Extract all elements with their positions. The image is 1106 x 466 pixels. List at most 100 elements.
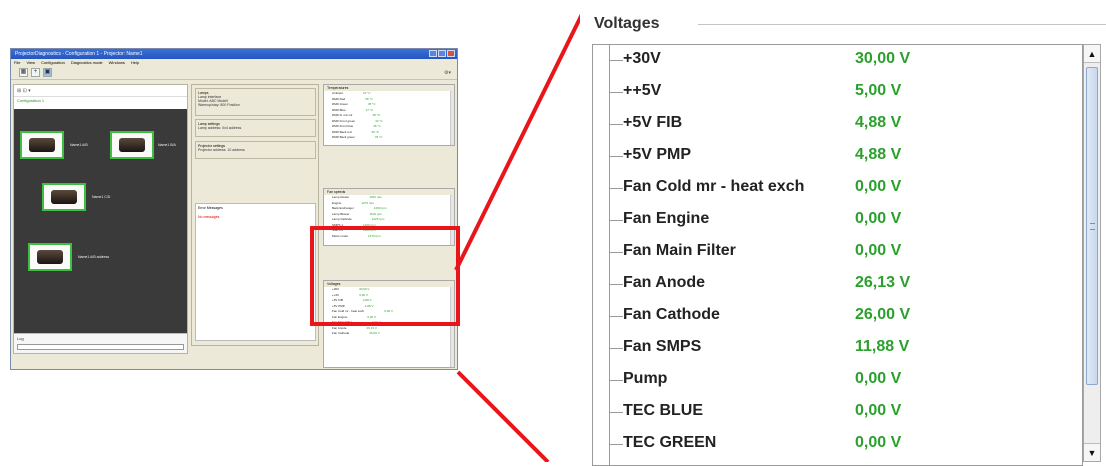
voltage-label: +30V xyxy=(623,50,661,67)
voltage-label: +5V PMP xyxy=(623,146,692,163)
zoom-highlight-box xyxy=(310,226,460,326)
voltage-value: 4,88 V xyxy=(855,146,902,163)
voltages-title: Voltages xyxy=(594,15,670,33)
projector-device[interactable] xyxy=(42,183,86,211)
voltages-zoom-panel: Voltages +30V 30,00 V ++5V 5,00 V +5V FI… xyxy=(580,0,1106,466)
voltage-row[interactable]: Fan Cathode 26,00 V xyxy=(593,301,1082,333)
voltage-value: 26,00 V xyxy=(855,306,911,323)
tree-branch xyxy=(609,188,623,189)
tree-branch xyxy=(609,380,623,381)
log-input[interactable] xyxy=(17,344,184,350)
lamp-settings-group: Lamp settings Lamp address: 0x4 address xyxy=(195,119,316,137)
toolbar-diagnostics-icon[interactable]: ▣ xyxy=(43,68,52,77)
close-icon[interactable] xyxy=(447,50,455,57)
device-label: Name1 A/B address xyxy=(78,255,110,259)
settings-pane: Lamps Lamp interface Model: ABC Modell W… xyxy=(191,84,319,346)
projector-icon xyxy=(51,190,77,204)
configuration-pane: ⊞ ⊡ ▾ Configuration 1 Name1 A/B Name1 B/… xyxy=(13,84,188,354)
device-canvas[interactable]: Name1 A/B Name1 B/A Name1 C/D Name1 A/B … xyxy=(14,109,187,335)
voltages-list: +30V 30,00 V ++5V 5,00 V +5V FIB 4,88 V … xyxy=(592,44,1083,466)
voltage-row[interactable]: TEC BLUE 0,00 V xyxy=(593,397,1082,429)
voltage-row[interactable]: +5V PMP 4,88 V xyxy=(593,141,1082,173)
tree-branch xyxy=(609,284,623,285)
device-label: Name1 C/D xyxy=(92,195,111,199)
voltage-value: 0,00 V xyxy=(855,402,902,419)
voltage-row[interactable]: Fan Anode 26,13 V xyxy=(593,269,1082,301)
projector-icon xyxy=(37,250,63,264)
error-messages-box: Error Messages No messages xyxy=(195,203,316,341)
title-divider xyxy=(698,24,1106,25)
voltage-value: 11,88 V xyxy=(855,338,910,355)
row-value: 33 °C xyxy=(374,135,383,139)
error-box-text: No messages xyxy=(198,215,220,219)
menu-help[interactable]: Help xyxy=(131,59,139,66)
voltage-label: ++5V xyxy=(623,82,662,99)
voltage-row[interactable]: Fan Cold mr - heat exch 0,00 V xyxy=(593,173,1082,205)
projector-device[interactable] xyxy=(28,243,72,271)
tree-branch xyxy=(609,92,623,93)
scroll-up-icon[interactable]: ▲ xyxy=(1084,45,1100,63)
projector-device[interactable] xyxy=(20,131,64,159)
tab-configuration[interactable]: Configuration 1 xyxy=(14,97,187,105)
voltage-label: Fan Cathode xyxy=(623,306,720,323)
menu-diagnostics-mode[interactable]: Diagnostics mode xyxy=(71,59,103,66)
mini-temperatures-group: Temperatures Ambient 31 °C DMD Red 36 °C D… xyxy=(323,84,455,146)
projector-icon xyxy=(29,138,55,152)
tree-branch xyxy=(609,444,623,445)
row-label: Fan Cathode xyxy=(332,331,350,335)
projector-icon xyxy=(119,138,145,152)
projector-settings-group: Projector settings Projector address: 10… xyxy=(195,141,316,159)
voltage-value: 0,00 V xyxy=(855,434,902,451)
maximize-icon[interactable] xyxy=(438,50,446,57)
voltage-value: 0,00 V xyxy=(855,242,902,259)
voltage-row[interactable]: Pump 0,00 V xyxy=(593,365,1082,397)
voltage-row[interactable]: +30V 30,00 V xyxy=(593,45,1082,77)
scroll-down-icon[interactable]: ▼ xyxy=(1084,443,1100,461)
tree-branch xyxy=(609,252,623,253)
projector-device[interactable] xyxy=(110,131,154,159)
error-box-title: Error Messages xyxy=(198,206,223,210)
config-tab-controls[interactable]: ⊞ ⊡ ▾ xyxy=(14,85,187,97)
tree-branch xyxy=(609,316,623,317)
minimize-icon[interactable] xyxy=(429,50,437,57)
device-label: Name1 A/B xyxy=(70,143,88,147)
group-line: Warmup/stay: 800 Position xyxy=(198,103,240,107)
voltage-label: Fan Engine xyxy=(623,210,710,227)
menu-view[interactable]: View xyxy=(26,59,35,66)
toolbar-add-icon[interactable]: + xyxy=(31,68,40,77)
tree-branch xyxy=(609,60,623,61)
group-line: Projector address: 10 address xyxy=(198,148,245,152)
menu-windows[interactable]: Windows xyxy=(109,59,125,66)
voltage-value: 0,00 V xyxy=(855,370,902,387)
voltage-label: Pump xyxy=(623,370,668,387)
toolbar-options-icon[interactable]: ⚙▾ xyxy=(444,70,451,76)
voltage-value: 0,00 V xyxy=(855,210,902,227)
menu-configuration[interactable]: Configuration xyxy=(41,59,65,66)
tree-branch xyxy=(609,412,623,413)
voltage-row[interactable]: Fan Engine 0,00 V xyxy=(593,205,1082,237)
grip-icon xyxy=(1090,223,1095,230)
voltage-label: TEC BLUE xyxy=(623,402,703,419)
row-value: 26,00 V xyxy=(369,331,380,335)
mini-row: Fan Cathode 26,00 V xyxy=(324,331,454,337)
tree-branch xyxy=(609,124,623,125)
device-label: Name1 B/A xyxy=(158,143,176,147)
mini-window-title: ProjectorDiagnostics - Configuration 1 -… xyxy=(15,51,143,57)
voltage-row[interactable]: +5V FIB 4,88 V xyxy=(593,109,1082,141)
scrollbar-thumb[interactable] xyxy=(1086,67,1098,385)
voltage-row[interactable]: Fan Main Filter 0,00 V xyxy=(593,237,1082,269)
tree-branch xyxy=(609,156,623,157)
voltage-value: 4,88 V xyxy=(855,114,902,131)
voltage-value: 0,00 V xyxy=(855,178,902,195)
voltage-row[interactable]: Fan SMPS 11,88 V xyxy=(593,333,1082,365)
mini-window-controls xyxy=(429,50,455,57)
voltage-value: 26,13 V xyxy=(855,274,911,291)
scrollbar[interactable] xyxy=(450,91,454,145)
toolbar-grid-icon[interactable]: ▦ xyxy=(19,68,28,77)
mini-row: DMD Back green 33 °C xyxy=(324,135,454,141)
tree-branch xyxy=(609,348,623,349)
voltages-scrollbar[interactable]: ▲ ▼ xyxy=(1083,44,1101,462)
menu-file[interactable]: File xyxy=(14,59,20,66)
voltage-row[interactable]: ++5V 5,00 V xyxy=(593,77,1082,109)
voltage-row[interactable]: TEC GREEN 0,00 V xyxy=(593,429,1082,461)
